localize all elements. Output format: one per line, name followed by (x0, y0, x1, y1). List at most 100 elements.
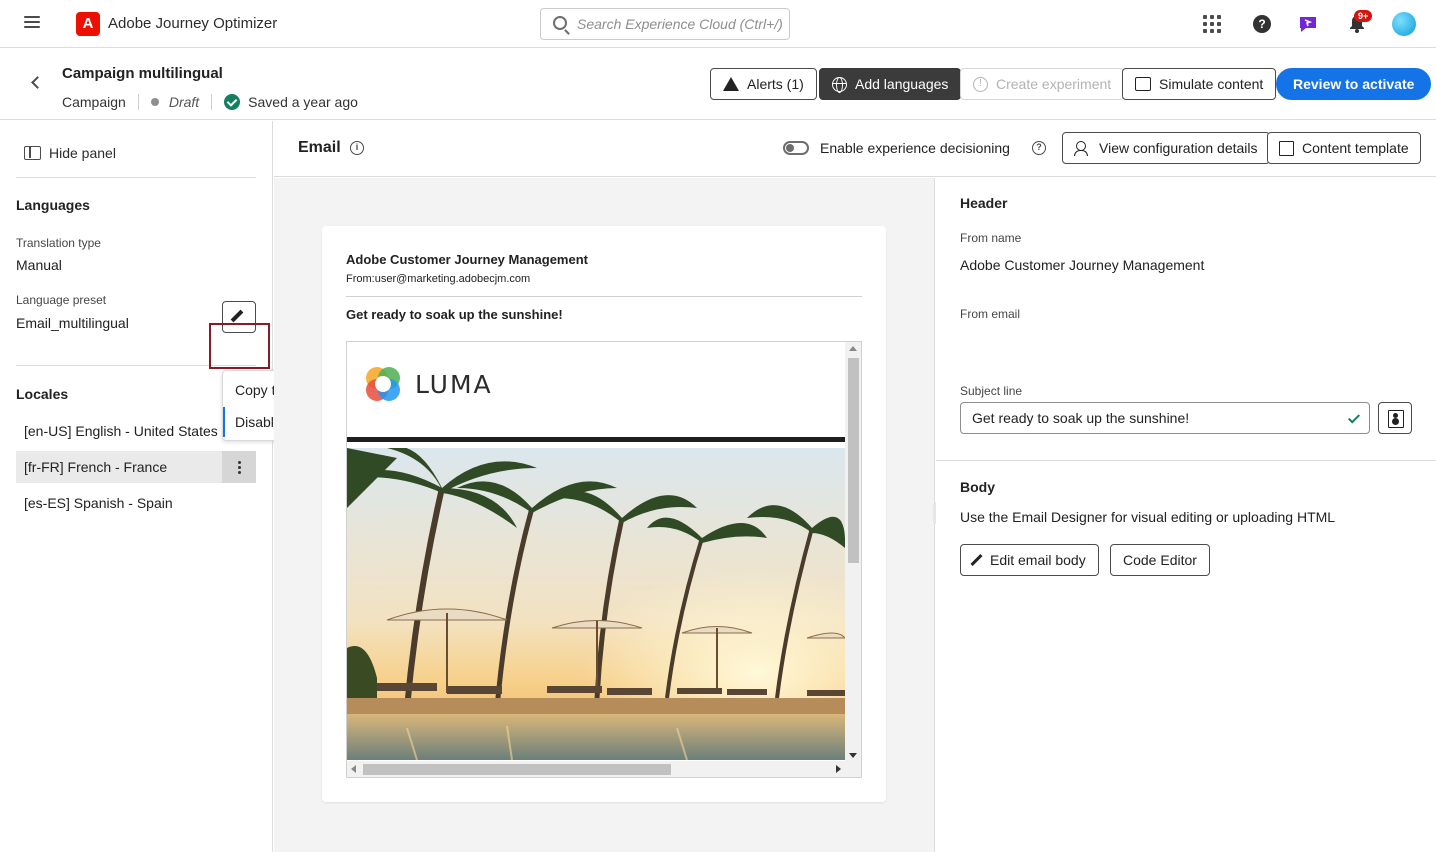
scroll-up-icon[interactable] (849, 346, 857, 351)
feedback-icon[interactable] (1296, 12, 1320, 36)
hide-panel-label: Hide panel (49, 145, 116, 161)
code-editor-button[interactable]: Code Editor (1110, 544, 1210, 576)
campaign-title: Campaign multilingual (62, 65, 223, 82)
edit-email-body-button[interactable]: Edit email body (960, 544, 1099, 576)
languages-panel: Hide panel Languages Translation type Ma… (0, 121, 273, 852)
preview-subject: Get ready to soak up the sunshine! (346, 307, 563, 322)
top-bar: A Adobe Journey Optimizer Search Experie… (0, 0, 1436, 48)
edit-email-body-label: Edit email body (990, 552, 1086, 568)
notification-badge: 9+ (1354, 10, 1373, 22)
create-experiment-label: Create experiment (996, 76, 1112, 92)
scroll-thumb[interactable] (363, 764, 671, 775)
campaign-header: Campaign multilingual Campaign Draft Sav… (0, 49, 1436, 120)
search-placeholder: Search Experience Cloud (Ctrl+/) (577, 16, 783, 32)
simulate-content-label: Simulate content (1159, 76, 1264, 92)
subject-line-input[interactable]: Get ready to soak up the sunshine! (960, 402, 1370, 434)
body-description: Use the Email Designer for visual editin… (960, 509, 1336, 525)
header-rule (347, 437, 845, 442)
simulate-icon (1135, 77, 1151, 91)
saved-status: Saved a year ago (248, 94, 358, 110)
locales-heading: Locales (16, 386, 69, 402)
create-experiment-button[interactable]: ! Create experiment (960, 68, 1125, 100)
language-preset-label: Language preset (16, 293, 107, 307)
from-name-value: Adobe Customer Journey Management (960, 257, 1205, 273)
locale-label: [es-ES] Spanish - Spain (24, 495, 173, 511)
scroll-thumb[interactable] (848, 358, 859, 563)
app-title[interactable]: Adobe Journey Optimizer (108, 15, 277, 32)
email-preview-area: Adobe Customer Journey Management From:u… (274, 178, 935, 852)
horizontal-scrollbar[interactable] (347, 761, 861, 777)
locale-item-es-es[interactable]: [es-ES] Spanish - Spain (16, 487, 256, 519)
content-template-button[interactable]: Content template (1267, 132, 1421, 164)
locale-label: [en-US] English - United States (24, 423, 218, 439)
alerts-button[interactable]: Alerts (1) (710, 68, 817, 100)
view-configuration-label: View configuration details (1099, 140, 1258, 156)
info-icon[interactable]: i (350, 141, 364, 155)
configuration-icon (1074, 140, 1091, 156)
apps-grid-icon[interactable] (1200, 12, 1224, 36)
search-icon (553, 16, 567, 30)
email-preview-card: Adobe Customer Journey Management From:u… (322, 226, 886, 802)
divider (137, 94, 139, 110)
scroll-right-icon[interactable] (836, 765, 841, 773)
subject-line-value: Get ready to soak up the sunshine! (972, 410, 1190, 426)
translation-type-value: Manual (16, 257, 62, 273)
hide-panel-button[interactable]: Hide panel (24, 145, 116, 161)
divider (16, 177, 256, 178)
view-configuration-button[interactable]: View configuration details (1062, 132, 1270, 164)
subject-line-label: Subject line (960, 384, 1023, 398)
review-to-activate-button[interactable]: Review to activate (1276, 68, 1432, 100)
add-languages-button[interactable]: Add languages (819, 68, 962, 100)
scroll-down-icon[interactable] (849, 753, 857, 758)
campaign-type: Campaign (62, 94, 126, 110)
translation-type-label: Translation type (16, 236, 101, 250)
scroll-left-icon[interactable] (351, 765, 356, 773)
code-editor-label: Code Editor (1123, 552, 1197, 568)
hamburger-menu-icon[interactable] (24, 16, 40, 30)
back-chevron-icon[interactable] (31, 76, 44, 89)
experience-decisioning-toggle[interactable] (783, 141, 809, 155)
from-email-label: From email (960, 307, 1021, 321)
template-icon (1279, 140, 1294, 156)
simulate-content-button[interactable]: Simulate content (1122, 68, 1277, 100)
search-input[interactable]: Search Experience Cloud (Ctrl+/) (540, 8, 790, 40)
vertical-scrollbar[interactable] (845, 342, 861, 762)
adobe-logo[interactable]: A (76, 12, 100, 36)
languages-heading: Languages (16, 197, 90, 213)
locale-label: [fr-FR] French - France (24, 459, 168, 475)
status-dot-icon (150, 98, 159, 106)
email-title: Email (298, 139, 341, 156)
status-badge: Draft (168, 94, 200, 110)
pencil-icon (230, 309, 244, 323)
highlight-outline (209, 323, 270, 369)
personalization-button[interactable] (1378, 402, 1412, 434)
locale-item-en-us[interactable]: [en-US] English - United States (16, 415, 256, 447)
toggle-label: Enable experience decisioning (820, 140, 1010, 156)
campaign-meta: Campaign Draft Saved a year ago (62, 94, 358, 110)
globe-icon (832, 76, 847, 93)
more-options-icon[interactable] (222, 451, 256, 483)
panel-icon (24, 146, 41, 160)
review-to-activate-label: Review to activate (1293, 76, 1415, 92)
divider (346, 296, 862, 297)
header-heading: Header (960, 195, 1008, 211)
email-properties-panel: Header From name Adobe Customer Journey … (936, 178, 1436, 852)
luma-logo-icon (366, 367, 400, 401)
locale-item-fr-fr[interactable]: [fr-FR] French - France (16, 451, 256, 483)
brand-name: LUMA (415, 370, 493, 399)
checkmark-icon (1347, 411, 1361, 424)
avatar[interactable] (1392, 12, 1416, 36)
sender-name: Adobe Customer Journey Management (346, 252, 588, 267)
help-icon[interactable]: ? (1250, 12, 1274, 36)
add-languages-label: Add languages (855, 76, 949, 92)
experiment-icon: ! (973, 76, 988, 92)
from-name-label: From name (960, 231, 1022, 245)
email-body-frame[interactable]: LUMA (346, 341, 862, 778)
sender-email: From:user@marketing.adobecjm.com (346, 273, 531, 285)
language-preset-value: Email_multilingual (16, 315, 129, 331)
alerts-label: Alerts (1) (747, 76, 804, 92)
body-heading: Body (960, 479, 995, 495)
divider (211, 94, 213, 110)
email-toolbar: Email i Enable experience decisioning ? … (274, 121, 1436, 177)
help-circle-icon[interactable]: ? (1032, 141, 1046, 155)
